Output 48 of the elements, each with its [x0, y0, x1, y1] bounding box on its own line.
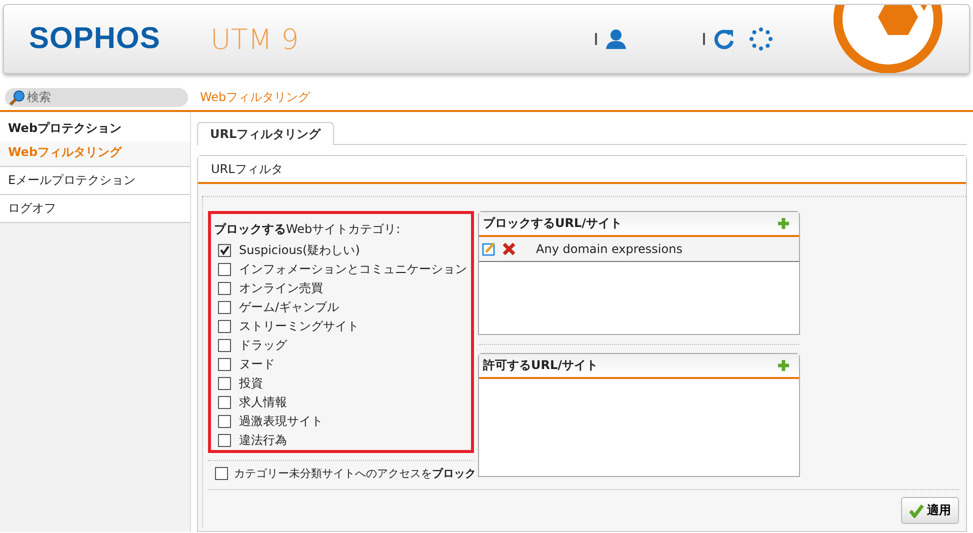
checkbox[interactable] [218, 320, 231, 333]
loading-icon [748, 27, 773, 51]
checkbox-label: オンライン売買 [239, 280, 323, 297]
checkbox-label: カテゴリー未分類サイトへのアクセスをブロック [234, 466, 476, 481]
checkbox-label: 求人情報 [239, 394, 287, 411]
checkbox-label: Suspicious(疑わしい) [239, 242, 360, 259]
product-name: UTM 9 [210, 22, 299, 56]
checkbox[interactable] [218, 396, 231, 409]
search-field[interactable]: 検索 [5, 88, 188, 106]
checkbox-label: インフォメーションとコミュニケーション [239, 261, 467, 278]
user-icon[interactable] [604, 28, 627, 50]
checkbox[interactable] [218, 377, 231, 390]
tab[interactable]: URLフィルタリング [197, 122, 334, 145]
sidebar-item[interactable]: Webプロテクション [0, 112, 190, 142]
panel-title: URLフィルタ [198, 156, 966, 184]
checkbox-label: ゲーム/ギャンブル [239, 299, 340, 316]
add-icon[interactable] [777, 359, 790, 372]
refresh-icon[interactable] [712, 28, 735, 50]
checkbox[interactable] [218, 282, 231, 295]
checkbox[interactable] [218, 434, 231, 447]
delete-icon[interactable] [502, 242, 516, 256]
checkbox-label: 違法行為 [239, 432, 287, 449]
category-label: ブロックするWebサイトカテゴリ: [214, 221, 402, 238]
logo: SOPHOS [29, 22, 160, 56]
checkbox[interactable] [218, 263, 231, 276]
apply-button[interactable]: 適用 [901, 497, 959, 524]
checkbox-label: ヌード [239, 356, 275, 373]
add-icon[interactable] [777, 217, 790, 230]
checkbox-label: ストリーミングサイト [239, 318, 359, 335]
search-icon [9, 90, 25, 106]
list-entry[interactable]: Any domain expressions [479, 237, 799, 262]
checkbox-label: 過激表現サイト [239, 413, 323, 430]
checkbox[interactable] [218, 244, 231, 257]
check-icon [909, 504, 924, 518]
emblem-icon [832, 5, 944, 73]
edit-icon[interactable] [482, 242, 496, 256]
checkbox[interactable] [215, 467, 228, 480]
checkbox-label: ドラッグ [239, 337, 287, 354]
list-title: ブロックするURL/サイト [483, 215, 622, 232]
checkbox[interactable] [218, 301, 231, 314]
entry-text: Any domain expressions [536, 242, 682, 256]
checkbox-label: 投資 [239, 375, 263, 392]
list-title: 許可するURL/サイト [483, 357, 598, 374]
checkbox[interactable] [218, 415, 231, 428]
sidebar-item[interactable]: Eメールプロテクション [0, 167, 190, 194]
checkbox[interactable] [218, 358, 231, 371]
sidebar-item[interactable]: ログオフ [0, 195, 190, 222]
checkbox[interactable] [218, 339, 231, 352]
